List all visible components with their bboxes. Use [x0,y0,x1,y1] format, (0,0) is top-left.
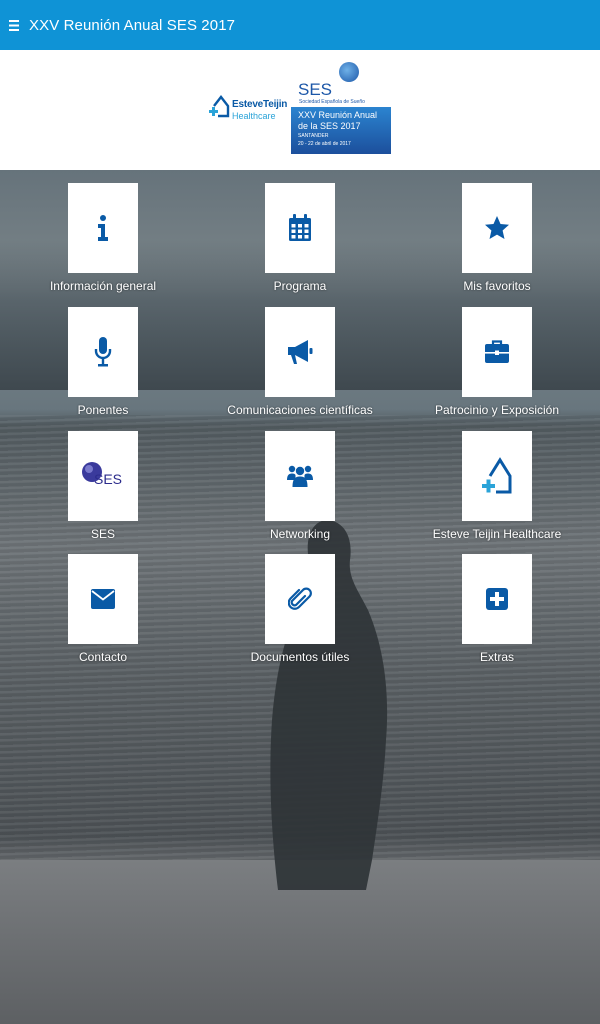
brand-subname: Healthcare [232,111,276,121]
ses-logo-icon: SES [68,431,138,521]
header-banner: EsteveTeijin Healthcare SES Sociedad Esp… [0,50,600,170]
svg-text:SES: SES [94,471,122,487]
calendar-icon [265,183,335,273]
ses-acronym: SES [298,80,333,99]
info-icon [68,183,138,273]
event-title-line2: de la SES 2017 [298,121,361,131]
ses-society-name: Sociedad Española de Sueño [299,99,365,105]
tile-label: Extras [479,650,514,664]
tile-label: Esteve Teijin Healthcare [432,527,562,541]
esteve-house-icon [462,431,532,521]
megaphone-icon [265,307,335,397]
event-dates: 20 - 22 de abril de 2017 [298,141,351,147]
ses-event-logo: SES Sociedad Española de Sueño XXV Reuni… [291,62,391,154]
event-title-line1: XXV Reunión Anual [298,110,378,120]
envelope-icon [68,554,138,644]
paperclip-icon [265,554,335,644]
esteve-house-icon [209,95,230,118]
users-icon [265,431,335,521]
microphone-icon [68,307,138,397]
hamburger-menu-icon[interactable] [0,0,28,50]
plus-square-icon [462,554,532,644]
tile-label: Patrocinio y Exposición [434,403,560,417]
star-icon [462,183,532,273]
event-city: SANTANDER [298,133,329,139]
tile-label: Mis favoritos [463,279,531,293]
brand-name: EsteveTeijin [232,99,288,110]
event-box: XXV Reunión Anual de la SES 2017 SANTAND… [291,107,391,154]
globe-icon [339,62,359,82]
briefcase-icon [462,307,532,397]
app-bar: XXV Reunión Anual SES 2017 [0,0,600,50]
app-title: XXV Reunión Anual SES 2017 [29,16,236,34]
esteve-teijin-logo: EsteveTeijin Healthcare [208,92,290,126]
